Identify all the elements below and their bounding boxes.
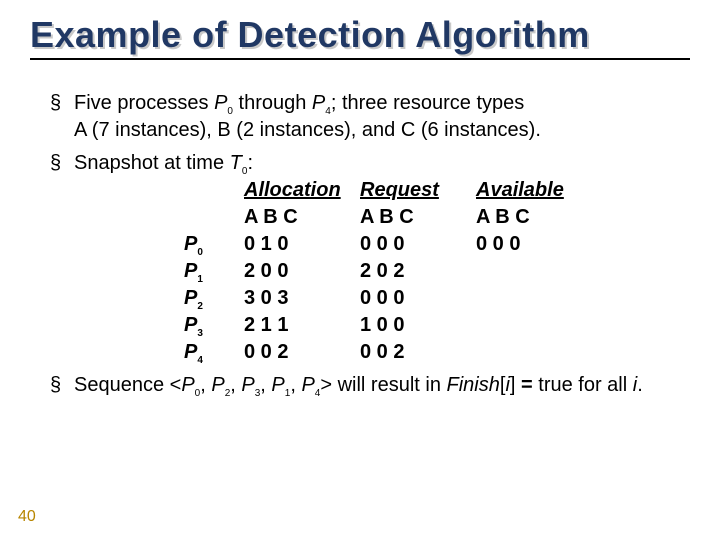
allocation-header: Allocation bbox=[244, 177, 344, 204]
req-cell: 0 0 2 bbox=[360, 339, 460, 366]
text: Five processes bbox=[74, 92, 214, 114]
req-cell: 0 0 0 bbox=[360, 231, 460, 258]
proc-cell: P0 bbox=[184, 231, 228, 258]
slide-body: Five processes P0 through P4; three reso… bbox=[30, 90, 690, 399]
proc-cell: P3 bbox=[184, 312, 228, 339]
text: true for all bbox=[533, 374, 633, 396]
alloc-cell: 2 0 0 bbox=[244, 258, 344, 285]
text: , bbox=[200, 374, 211, 396]
table-row: P0 0 1 0 0 0 0 0 0 0 bbox=[184, 231, 690, 258]
proc-symbol: P bbox=[184, 233, 197, 255]
slide-title: Example of Detection Algorithm bbox=[30, 14, 690, 56]
text: ] bbox=[510, 374, 521, 396]
table-row: P2 3 0 3 0 0 0 bbox=[184, 285, 690, 312]
req-cell: 0 0 0 bbox=[360, 285, 460, 312]
proc-symbol: P bbox=[211, 374, 224, 396]
text: Sequence < bbox=[74, 374, 181, 396]
subheader-row: A B C A B C A B C bbox=[184, 204, 690, 231]
text: ; three resource types bbox=[331, 92, 524, 114]
req-cell: 2 0 2 bbox=[360, 258, 460, 285]
subscript: 4 bbox=[197, 355, 203, 366]
proc-symbol: P bbox=[301, 374, 314, 396]
table-row: P3 2 1 1 1 0 0 bbox=[184, 312, 690, 339]
request-header: Request bbox=[360, 177, 460, 204]
bullet-list: Five processes P0 through P4; three reso… bbox=[50, 90, 690, 399]
abc-label: A B C bbox=[360, 204, 460, 231]
proc-symbol: P bbox=[184, 341, 197, 363]
bullet-1: Five processes P0 through P4; three reso… bbox=[50, 90, 690, 144]
proc-cell: P4 bbox=[184, 339, 228, 366]
text: , bbox=[260, 374, 271, 396]
text: A (7 instances), B (2 instances), and C … bbox=[74, 119, 541, 141]
title-rule bbox=[30, 58, 690, 60]
abc-label: A B C bbox=[244, 204, 344, 231]
proc-symbol: P bbox=[214, 92, 227, 114]
header-row: Allocation Request Available bbox=[184, 177, 690, 204]
subscript: 0 bbox=[197, 247, 203, 258]
req-cell: 1 0 0 bbox=[360, 312, 460, 339]
table-row: P4 0 0 2 0 0 2 bbox=[184, 339, 690, 366]
alloc-cell: 3 0 3 bbox=[244, 285, 344, 312]
text: > will result in bbox=[320, 374, 446, 396]
text: , bbox=[230, 374, 241, 396]
table-row: P1 2 0 0 2 0 2 bbox=[184, 258, 690, 285]
text: Snapshot at time bbox=[74, 152, 230, 174]
proc-symbol: P bbox=[271, 374, 284, 396]
proc-cell: P1 bbox=[184, 258, 228, 285]
alloc-cell: 2 1 1 bbox=[244, 312, 344, 339]
text: . bbox=[637, 374, 643, 396]
time-symbol: T bbox=[230, 152, 242, 174]
text: through bbox=[233, 92, 312, 114]
abc-label: A B C bbox=[476, 204, 596, 231]
subscript: 1 bbox=[197, 274, 203, 285]
proc-cell: P2 bbox=[184, 285, 228, 312]
finish-symbol: Finish bbox=[447, 374, 500, 396]
equals: = bbox=[521, 374, 533, 396]
alloc-cell: 0 1 0 bbox=[244, 231, 344, 258]
bullet-2: Snapshot at time T 0: Allocation Request … bbox=[50, 150, 690, 366]
avail-cell bbox=[476, 258, 596, 285]
avail-cell bbox=[476, 339, 596, 366]
proc-subheader bbox=[184, 204, 228, 231]
available-header: Available bbox=[476, 177, 596, 204]
avail-cell bbox=[476, 285, 596, 312]
proc-header bbox=[184, 177, 228, 204]
subscript: 3 bbox=[197, 328, 203, 339]
bullet-3: Sequence <P0, P2, P3, P1, P4> will resul… bbox=[50, 372, 690, 399]
snapshot-table: Allocation Request Available A B C A B C… bbox=[184, 177, 690, 366]
alloc-cell: 0 0 2 bbox=[244, 339, 344, 366]
proc-symbol: P bbox=[312, 92, 325, 114]
page-number: 40 bbox=[18, 508, 36, 526]
avail-cell bbox=[476, 312, 596, 339]
slide: Example of Detection Algorithm Five proc… bbox=[0, 0, 720, 540]
text: , bbox=[290, 374, 301, 396]
proc-symbol: P bbox=[184, 260, 197, 282]
proc-symbol: P bbox=[184, 314, 197, 336]
text: : bbox=[247, 152, 253, 174]
proc-symbol: P bbox=[184, 287, 197, 309]
proc-symbol: P bbox=[241, 374, 254, 396]
avail-cell: 0 0 0 bbox=[476, 231, 596, 258]
subscript: 2 bbox=[197, 301, 203, 312]
proc-symbol: P bbox=[181, 374, 194, 396]
